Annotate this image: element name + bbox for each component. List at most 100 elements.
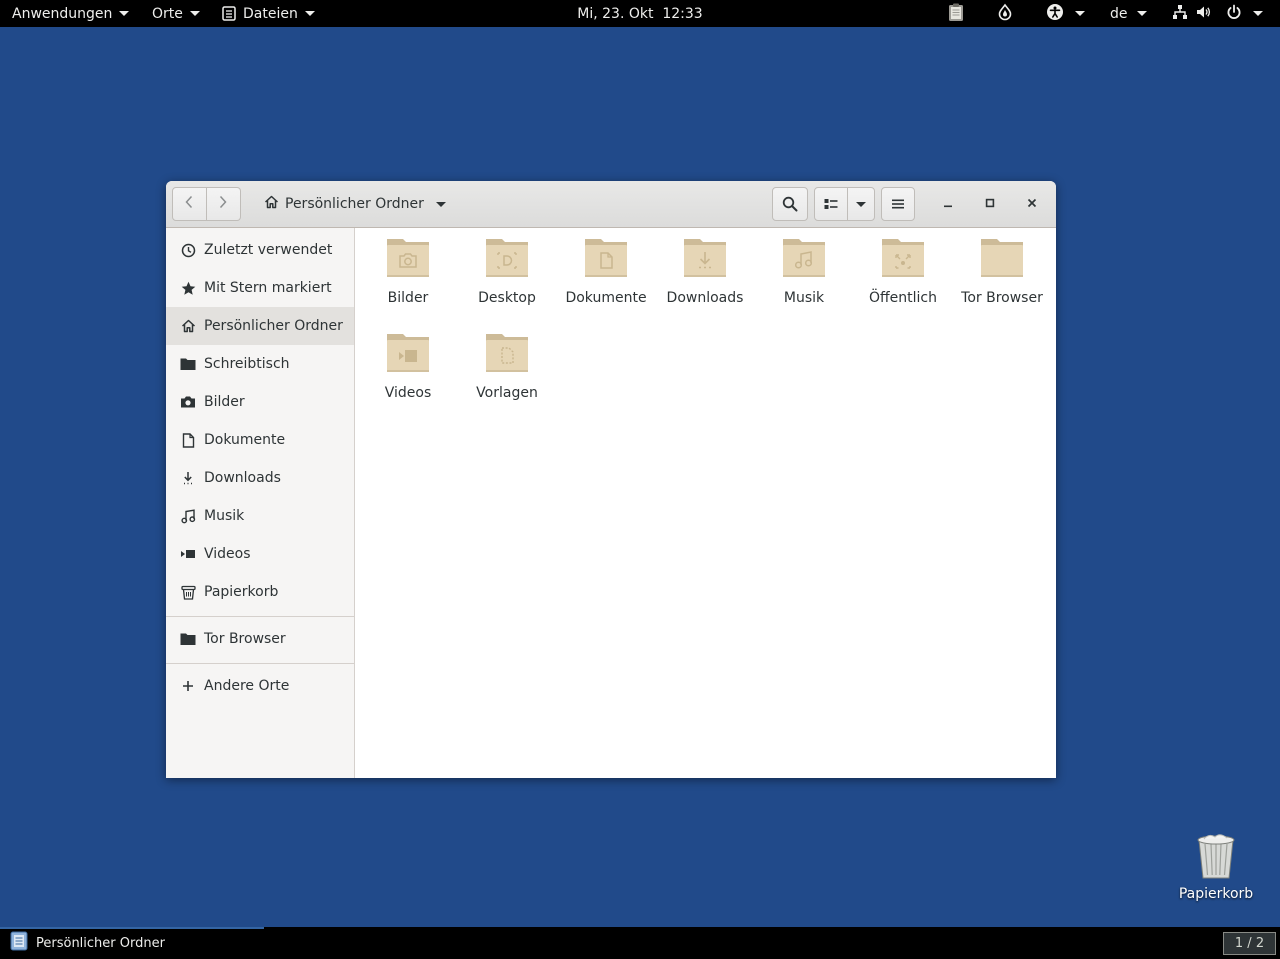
folder-music-icon [780, 233, 828, 285]
file-name: Vorlagen [476, 385, 538, 401]
sidebar-item-downloads[interactable]: Downloads [166, 459, 354, 497]
forward-button[interactable] [206, 187, 241, 221]
sidebar-divider [166, 616, 354, 617]
folder-desktop-icon [483, 233, 531, 285]
close-button[interactable] [1017, 189, 1047, 219]
top-bar: Anwendungen Orte Dateien Mi, 23. Okt 12:… [0, 0, 1280, 27]
file-name: Bilder [387, 290, 429, 306]
folder-item-documents[interactable]: Dokumente [560, 233, 652, 308]
sidebar-item-desktop[interactable]: Schreibtisch [166, 345, 354, 383]
files-app-icon [222, 6, 236, 21]
workspace-label: 1 / 2 [1234, 936, 1265, 951]
files-app-menu[interactable]: Dateien [222, 0, 315, 27]
clipboard-indicator[interactable] [946, 0, 966, 27]
chevron-down-icon [189, 11, 200, 16]
clock-icon [180, 242, 196, 258]
sidebar-item-label: Bilder [204, 394, 245, 410]
location-button[interactable]: Persönlicher Ordner [258, 187, 452, 221]
files-app-menu-label: Dateien [243, 5, 298, 22]
folder-item-downloads[interactable]: Downloads [659, 233, 751, 308]
menu-button[interactable] [881, 187, 915, 221]
chevron-down-icon [119, 11, 130, 16]
folder-item-music[interactable]: Musik [758, 233, 850, 308]
file-name: Tor Browser [961, 290, 1043, 306]
music-icon [180, 508, 196, 524]
file-name: Musik [783, 290, 825, 306]
sidebar-item-label: Papierkorb [204, 584, 279, 600]
trash-icon [1195, 832, 1237, 884]
sidebar-item-home[interactable]: Persönlicher Ordner [166, 307, 354, 345]
home-icon [180, 318, 196, 334]
file-name: Desktop [478, 290, 536, 306]
download-icon [180, 470, 196, 486]
search-button[interactable] [772, 187, 808, 221]
minimize-button[interactable] [933, 189, 963, 219]
language-menu[interactable]: de [1110, 0, 1147, 27]
sidebar-item-label: Schreibtisch [204, 356, 290, 372]
sidebar-item-label: Tor Browser [204, 631, 286, 647]
sidebar-item-trash[interactable]: Papierkorb [166, 573, 354, 611]
places-menu[interactable]: Orte [152, 0, 200, 27]
maximize-icon [985, 196, 995, 212]
folder-documents-icon [582, 233, 630, 285]
folder-templates-icon [483, 328, 531, 380]
sidebar-item-label: Videos [204, 546, 251, 562]
network-icon [1172, 4, 1188, 24]
sidebar-item-pictures[interactable]: Bilder [166, 383, 354, 421]
home-icon [264, 195, 279, 213]
file-name: Dokumente [565, 290, 647, 306]
folder-item-tor-browser[interactable]: Tor Browser [956, 233, 1048, 308]
power-icon [1226, 4, 1242, 24]
applications-menu-label: Anwendungen [12, 5, 113, 22]
folder-item-pictures[interactable]: Bilder [362, 233, 454, 308]
file-name: Downloads [666, 290, 744, 306]
chevron-down-icon [1075, 11, 1085, 16]
view-options-button[interactable] [847, 187, 875, 221]
workspace-switcher[interactable]: 1 / 2 [1223, 932, 1276, 955]
taskbar-item-label: Persönlicher Ordner [36, 935, 165, 951]
desktop-trash[interactable]: Papierkorb [1172, 832, 1260, 902]
desktop-trash-label: Papierkorb [1178, 886, 1254, 902]
sidebar-item-other-locations[interactable]: Andere Orte [166, 667, 354, 705]
chevron-down-icon [1253, 11, 1263, 16]
navigation-buttons [172, 187, 241, 221]
sidebar-item-starred[interactable]: Mit Stern markiert [166, 269, 354, 307]
folder-item-public[interactable]: Öffentlich [857, 233, 949, 308]
tor-indicator[interactable] [996, 0, 1014, 27]
clock[interactable]: Mi, 23. Okt 12:33 [577, 6, 702, 22]
places-menu-label: Orte [152, 5, 183, 22]
file-view: Bilder Desktop Dokumente Downloads Musik [355, 228, 1056, 778]
chevron-down-icon [856, 201, 866, 207]
back-button[interactable] [172, 187, 207, 221]
video-icon [180, 546, 196, 562]
sidebar-item-recent[interactable]: Zuletzt verwendet [166, 231, 354, 269]
close-icon [1027, 196, 1037, 212]
camera-icon [180, 394, 196, 410]
folder-videos-icon [384, 328, 432, 380]
hamburger-icon [892, 198, 904, 210]
chevron-right-icon [218, 195, 228, 213]
taskbar-item-home-folder[interactable]: Persönlicher Ordner [0, 927, 264, 959]
sidebar-item-tor-browser[interactable]: Tor Browser [166, 620, 354, 658]
sidebar-item-videos[interactable]: Videos [166, 535, 354, 573]
view-mode-button[interactable] [814, 187, 848, 221]
folder-item-videos[interactable]: Videos [362, 328, 454, 403]
sidebar-item-label: Dokumente [204, 432, 286, 448]
accessibility-icon [1046, 3, 1064, 25]
sidebar-item-label: Zuletzt verwendet [204, 242, 333, 258]
header-bar: Persönlicher Ordner [166, 181, 1056, 228]
file-manager-window: Persönlicher Ordner Zuletzt verwendet Mi… [166, 181, 1056, 778]
accessibility-menu[interactable] [1046, 0, 1085, 27]
sidebar-item-label: Downloads [204, 470, 281, 486]
sidebar-item-label: Musik [204, 508, 245, 524]
sidebar-item-documents[interactable]: Dokumente [166, 421, 354, 459]
onion-icon [996, 3, 1014, 25]
folder-item-templates[interactable]: Vorlagen [461, 328, 553, 403]
maximize-button[interactable] [975, 189, 1005, 219]
file-name: Öffentlich [869, 290, 937, 306]
sidebar-item-music[interactable]: Musik [166, 497, 354, 535]
folder-item-desktop[interactable]: Desktop [461, 233, 553, 308]
system-menu[interactable] [1172, 0, 1263, 27]
applications-menu[interactable]: Anwendungen [12, 0, 130, 27]
folder-icon [978, 233, 1026, 285]
